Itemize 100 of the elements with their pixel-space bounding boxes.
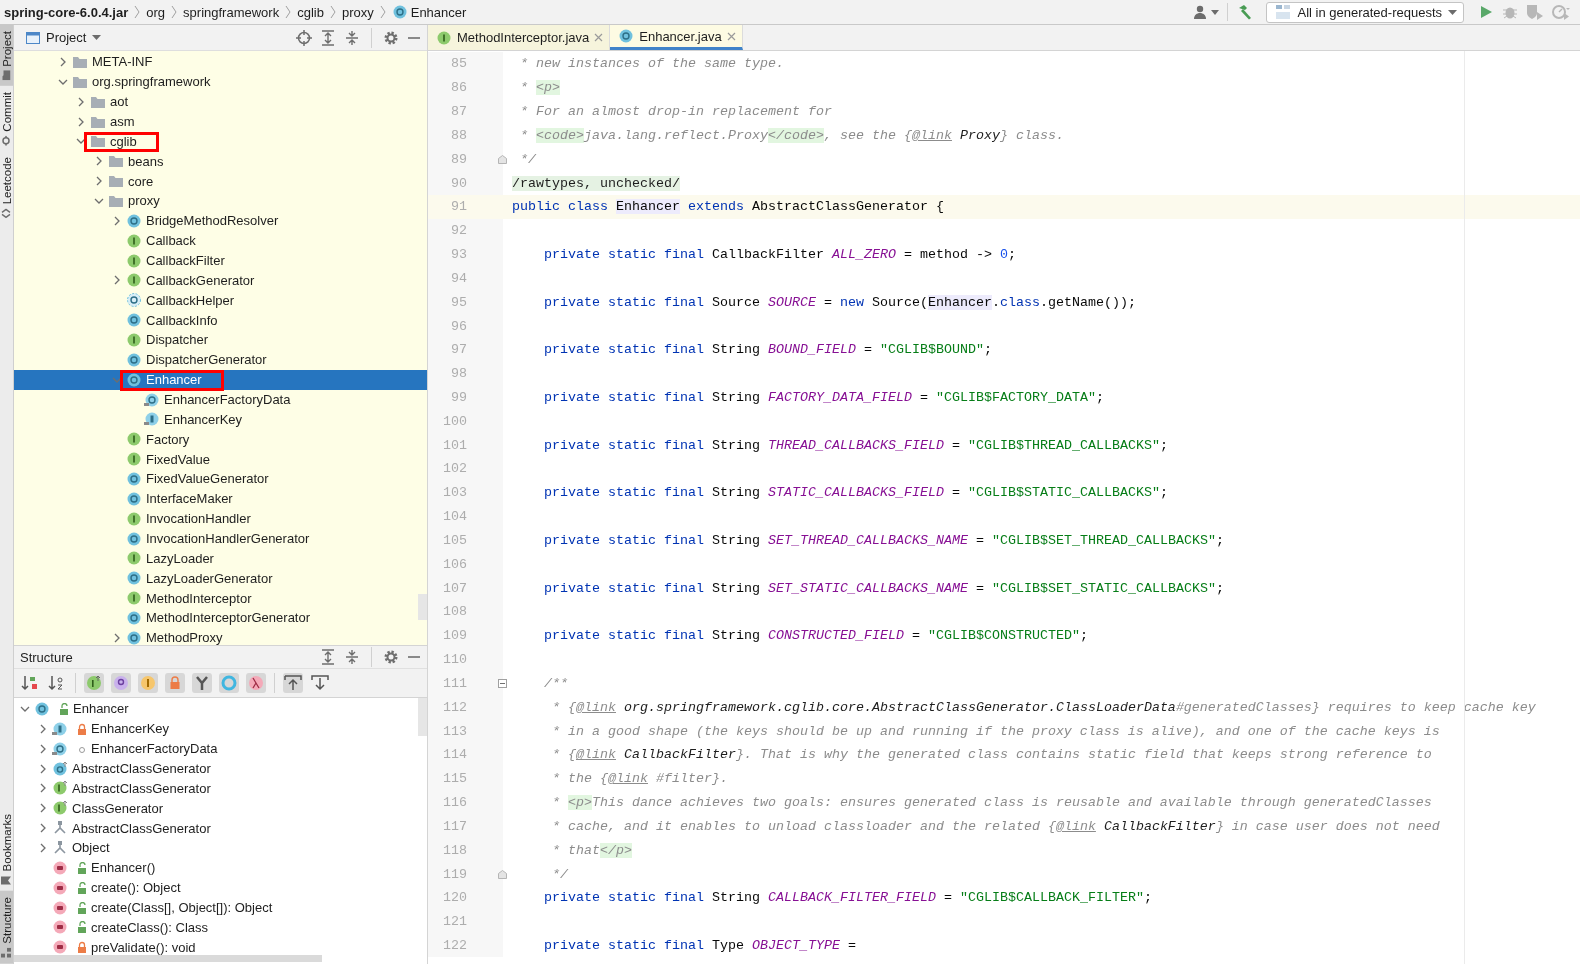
breadcrumb-item[interactable]: cglib xyxy=(297,4,324,20)
side-tab[interactable]: Commit xyxy=(0,85,13,152)
editor-tab[interactable]: MethodInterceptor.java xyxy=(428,25,611,50)
tree-item[interactable]: MethodInterceptorGenerator xyxy=(14,608,416,628)
tree-item[interactable]: InvocationHandler xyxy=(14,508,416,529)
tree-item[interactable]: LazyLoader xyxy=(14,548,416,569)
project-view-dropdown[interactable]: Project xyxy=(26,30,102,45)
tree-item[interactable]: cglib xyxy=(14,131,416,152)
chevron-right-icon[interactable] xyxy=(38,803,48,814)
chevron-right-icon[interactable] xyxy=(112,215,122,226)
properties-icon xyxy=(113,675,129,691)
tree-item[interactable]: create(Class[], Object[]): Object xyxy=(14,897,416,918)
toolbar-toggle[interactable] xyxy=(20,673,40,693)
tree-item[interactable]: Enhancer xyxy=(14,699,416,719)
collapse-all-icon[interactable] xyxy=(344,649,360,665)
scrollbar-thumb[interactable] xyxy=(418,594,427,620)
chevron-right-icon[interactable] xyxy=(94,176,104,187)
tree-item[interactable]: EnhancerFactoryData xyxy=(14,738,416,759)
tree-item[interactable]: FixedValue xyxy=(14,449,416,470)
tree-item[interactable]: Enhancer() xyxy=(14,857,416,878)
tree-item[interactable]: MethodProxy xyxy=(14,627,416,645)
tree-item[interactable]: Object xyxy=(14,838,416,858)
tree-item[interactable]: core xyxy=(14,171,416,191)
tree-item[interactable]: CallbackInfo xyxy=(14,310,416,331)
tree-item[interactable]: CallbackFilter xyxy=(14,250,416,271)
close-icon[interactable] xyxy=(726,31,736,41)
chevron-right-icon[interactable] xyxy=(76,96,86,107)
toolbar-toggle[interactable] xyxy=(84,673,104,693)
side-tab[interactable]: Structure xyxy=(0,891,13,964)
expand-all-icon[interactable] xyxy=(320,29,336,46)
tree-item[interactable]: Factory xyxy=(14,429,416,450)
chevron-right-icon[interactable] xyxy=(38,743,48,754)
run-icon[interactable] xyxy=(1478,4,1494,20)
breadcrumb-item[interactable]: spring-core-6.0.4.jar xyxy=(4,4,129,20)
tree-item[interactable]: LazyLoaderGenerator xyxy=(14,568,416,589)
chevron-right-icon[interactable] xyxy=(38,842,48,853)
tree-item[interactable]: InvocationHandlerGenerator xyxy=(14,528,416,549)
tree-item[interactable]: InterfaceMaker xyxy=(14,488,416,509)
expand-all-icon[interactable] xyxy=(320,649,336,665)
scrollbar-thumb[interactable] xyxy=(418,698,427,736)
chevron-right-icon[interactable] xyxy=(38,723,48,734)
toolbar-toggle[interactable] xyxy=(219,673,239,693)
side-tab[interactable]: Leetcode xyxy=(0,151,13,225)
tree-item[interactable]: EnhancerKey xyxy=(14,718,416,739)
breadcrumb-item[interactable]: Enhancer xyxy=(410,4,467,20)
chevron-right-icon[interactable] xyxy=(112,632,122,643)
run-configuration-dropdown[interactable]: All in generated-requests xyxy=(1266,1,1464,23)
toolbar-toggle[interactable] xyxy=(111,673,131,693)
tree-item[interactable]: Callback xyxy=(14,230,416,251)
breadcrumb-item[interactable]: springframework xyxy=(183,4,280,20)
crosshair-icon[interactable] xyxy=(296,29,312,46)
tree-item[interactable]: asm xyxy=(14,111,416,132)
chevron-right-icon[interactable] xyxy=(112,275,122,286)
tree-item[interactable]: CallbackHelper xyxy=(14,290,416,311)
collapse-all-icon[interactable] xyxy=(344,29,360,46)
tree-item[interactable]: ClassGenerator xyxy=(14,798,416,819)
tree-item[interactable]: aot xyxy=(14,91,416,112)
scrollbar-thumb[interactable] xyxy=(14,955,322,962)
class-icon xyxy=(391,4,408,20)
tree-item[interactable]: create(): Object xyxy=(14,877,416,898)
chevron-right-icon[interactable] xyxy=(94,156,104,167)
breadcrumb-item[interactable]: org xyxy=(146,4,166,20)
tree-item[interactable]: createClass(): Class xyxy=(14,917,416,938)
code-line: private static final String BOUND_FIELD = "CGLIB$BOUND"; xyxy=(543,342,992,358)
chevron-right-icon[interactable] xyxy=(58,56,68,67)
toolbar-toggle[interactable] xyxy=(310,673,330,693)
toolbar-toggle[interactable] xyxy=(138,673,158,693)
editor-tab[interactable]: Enhancer.java xyxy=(610,25,743,50)
chevron-right-icon[interactable] xyxy=(38,763,48,774)
tree-item[interactable]: AbstractClassGenerator xyxy=(14,758,416,779)
tree-item[interactable]: org.springframework xyxy=(14,71,416,92)
side-tab[interactable]: Project xyxy=(0,25,13,86)
settings-icon[interactable] xyxy=(383,29,399,46)
toolbar-toggle[interactable] xyxy=(283,673,303,693)
toolbar-toggle[interactable] xyxy=(165,673,185,693)
toolbar-toggle[interactable] xyxy=(192,673,212,693)
tree-item[interactable]: Enhancer xyxy=(14,369,427,390)
tree-item[interactable]: BridgeMethodResolver xyxy=(14,210,416,231)
side-tab[interactable]: Bookmarks xyxy=(0,807,13,892)
tree-item[interactable]: Dispatcher xyxy=(14,330,416,350)
chevron-right-icon[interactable] xyxy=(38,783,48,794)
tree-item[interactable]: beans xyxy=(14,151,416,172)
tree-item[interactable]: FixedValueGenerator xyxy=(14,469,416,489)
tree-item[interactable]: EnhancerFactoryData xyxy=(14,389,416,410)
tree-item[interactable]: proxy xyxy=(14,191,416,211)
tree-item[interactable]: MethodInterceptor xyxy=(14,588,416,609)
fold-icon[interactable] xyxy=(498,678,507,688)
tree-item[interactable]: preValidate(): void xyxy=(14,937,416,958)
tree-item[interactable]: AbstractClassGenerator xyxy=(14,778,416,799)
chevron-right-icon[interactable] xyxy=(38,823,48,834)
chevron-right-icon[interactable] xyxy=(76,116,86,127)
tree-item[interactable]: META-INF xyxy=(14,52,416,72)
tree-item[interactable]: CallbackGenerator xyxy=(14,270,416,291)
tree-item[interactable]: AbstractClassGenerator xyxy=(14,818,416,838)
toolbar-toggle[interactable] xyxy=(246,673,266,693)
tree-item[interactable]: EnhancerKey xyxy=(14,409,416,430)
tree-item[interactable]: DispatcherGenerator xyxy=(14,349,416,370)
breadcrumb-item[interactable]: proxy xyxy=(341,4,374,20)
close-icon[interactable] xyxy=(594,33,604,42)
settings-icon[interactable] xyxy=(383,649,399,665)
